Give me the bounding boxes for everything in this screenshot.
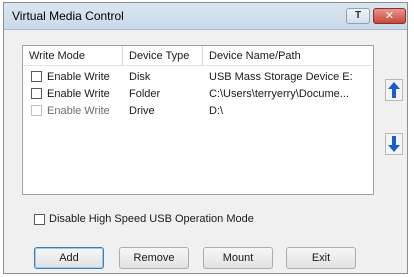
device-list[interactable]: Write Mode Device Type Device Name/Path … <box>22 45 374 195</box>
enable-write-checkbox[interactable] <box>31 88 42 99</box>
exit-button[interactable]: Exit <box>286 247 356 269</box>
enable-write-checkbox[interactable] <box>31 71 42 82</box>
virtual-media-control-window: Virtual Media Control T ✕ Write Mode Dev… <box>3 2 408 274</box>
device-name-cell: C:\Users\terryerry\Docume... <box>209 88 349 100</box>
close-button[interactable]: ✕ <box>373 8 406 24</box>
device-type-cell: Folder <box>129 88 161 100</box>
table-row[interactable]: Enable Write Drive D:\ <box>23 103 373 119</box>
column-header-write-mode[interactable]: Write Mode <box>23 46 123 66</box>
device-name-cell: USB Mass Storage Device E: <box>209 71 353 83</box>
column-header-device-type[interactable]: Device Type <box>123 46 203 66</box>
column-header-device-name[interactable]: Device Name/Path <box>203 46 373 66</box>
pin-button[interactable]: T <box>346 8 370 24</box>
mount-button[interactable]: Mount <box>203 247 273 269</box>
remove-button[interactable]: Remove <box>119 247 189 269</box>
write-mode-cell: Enable Write <box>47 71 110 83</box>
device-name-cell: D:\ <box>209 105 224 117</box>
add-button[interactable]: Add <box>34 247 104 269</box>
window-title: Virtual Media Control <box>12 9 124 23</box>
disable-high-speed-usb-checkbox[interactable] <box>34 214 45 225</box>
title-bar[interactable]: Virtual Media Control T ✕ <box>4 3 407 30</box>
device-type-cell: Disk <box>129 71 151 83</box>
write-mode-cell: Enable Write <box>47 105 110 117</box>
move-up-button[interactable] <box>385 79 403 101</box>
enable-write-checkbox <box>31 105 42 116</box>
move-down-button[interactable] <box>385 133 403 155</box>
device-type-cell: Drive <box>129 105 155 117</box>
table-row[interactable]: Enable Write Disk USB Mass Storage Devic… <box>23 69 373 85</box>
arrow-up-icon <box>388 82 400 98</box>
table-row[interactable]: Enable Write Folder C:\Users\terryerry\D… <box>23 86 373 102</box>
disable-high-speed-usb-label: Disable High Speed USB Operation Mode <box>49 213 254 225</box>
arrow-down-icon <box>388 136 400 152</box>
write-mode-cell: Enable Write <box>47 88 110 100</box>
